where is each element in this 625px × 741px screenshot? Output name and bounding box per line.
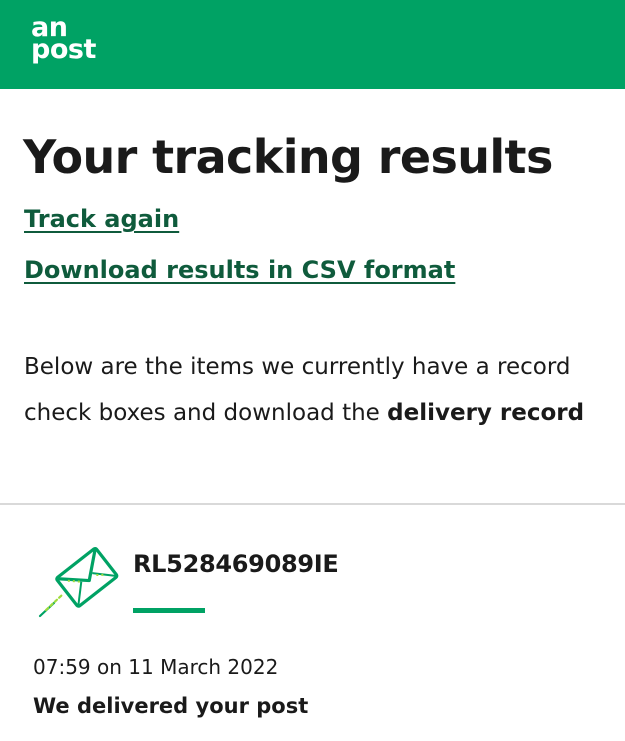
download-csv-link[interactable]: Download results in CSV format	[24, 256, 455, 284]
tracking-accent-bar	[133, 608, 205, 613]
event-status: We delivered your post	[33, 694, 309, 718]
delivery-record-text: delivery record	[387, 400, 585, 426]
page-title: Your tracking results	[23, 130, 553, 184]
tracking-number: RL528469089IE	[133, 550, 339, 578]
intro-text-line-2: check boxes and download the delivery re…	[24, 400, 584, 426]
track-again-link[interactable]: Track again	[24, 205, 179, 233]
event-timestamp: 07:59 on 11 March 2022	[33, 655, 279, 679]
intro-text-line-1: Below are the items we currently have a …	[24, 354, 571, 380]
an-post-logo[interactable]: an post	[31, 14, 111, 73]
intro-text-prefix: check boxes and download the	[24, 400, 388, 426]
envelope-icon	[36, 540, 124, 620]
site-header: an post	[0, 0, 625, 89]
section-divider	[0, 503, 625, 505]
logo-line-post: post	[31, 34, 96, 65]
